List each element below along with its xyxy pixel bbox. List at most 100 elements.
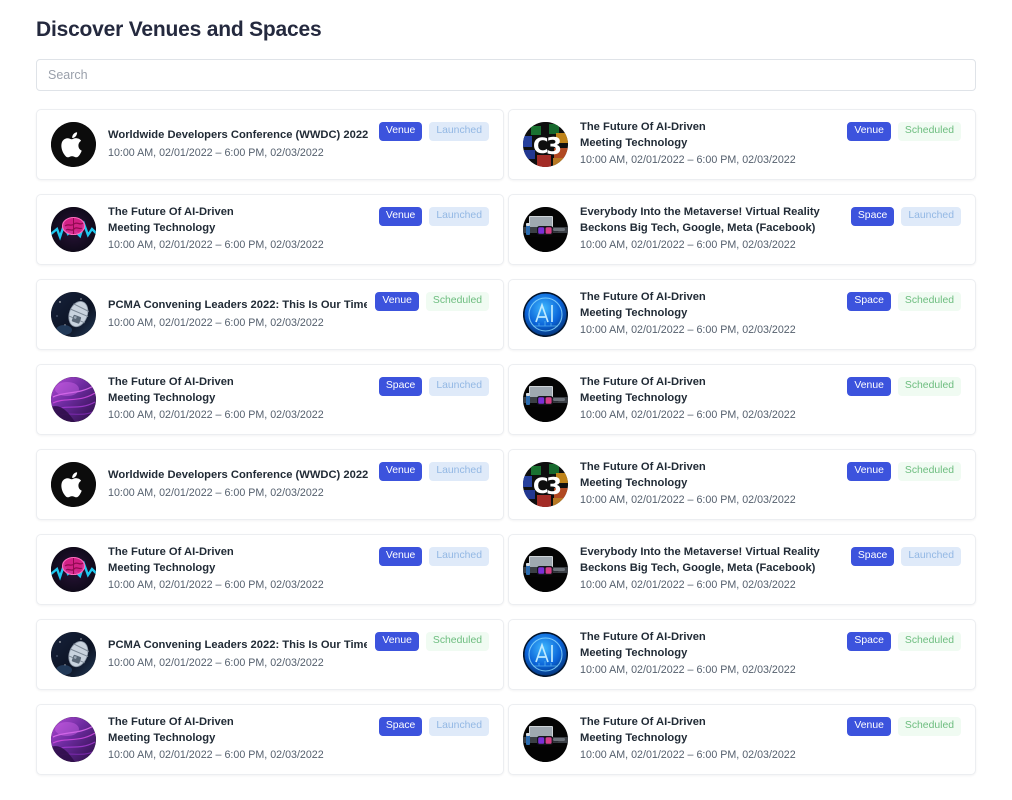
venue-datetime: 10:00 AM, 02/01/2022 – 6:00 PM, 02/03/20… <box>580 494 796 507</box>
venue-title: The Future Of AI-Driven <box>108 376 234 389</box>
svg-text:3: 3 <box>546 134 562 160</box>
venue-title: Everybody Into the Metaverse! Virtual Re… <box>580 206 820 219</box>
status-badge: Scheduled <box>897 122 961 142</box>
vr-headset-avatar <box>523 377 568 422</box>
kind-badge[interactable]: Venue <box>375 292 419 312</box>
venue-title: The Future Of AI-Driven <box>580 291 706 304</box>
status-badge: Scheduled <box>425 632 489 652</box>
kind-badge[interactable]: Space <box>850 547 895 567</box>
status-badge: Scheduled <box>897 632 961 652</box>
venue-badges: Venue Launched <box>378 207 489 227</box>
venue-list-right: C 3 The Future Of AI-Driven Meeting Techno… <box>508 109 976 789</box>
ai-blue-coin-avatar <box>523 292 568 337</box>
venue-title: The Future Of AI-Driven <box>580 631 706 644</box>
venue-card[interactable]: The Future Of AI-Driven Meeting Technolog… <box>508 704 976 775</box>
venue-card-info: PCMA Convening Leaders 2022: This Is Our… <box>96 638 375 671</box>
status-badge: Launched <box>901 207 961 227</box>
kind-badge[interactable]: Space <box>850 207 895 227</box>
venue-datetime: 10:00 AM, 02/01/2022 – 6:00 PM, 02/03/20… <box>108 579 324 592</box>
vr-headset-avatar <box>523 207 568 252</box>
venue-card[interactable]: The Future Of AI-Driven Meeting Technolog… <box>36 194 504 265</box>
venue-title: The Future Of AI-Driven <box>580 461 706 474</box>
venue-list-left: Worldwide Developers Conference (WWDC) 2… <box>36 109 504 789</box>
vr-headset-avatar <box>523 547 568 592</box>
venue-card-info: Worldwide Developers Conference (WWDC) 2… <box>96 128 379 161</box>
kind-badge[interactable]: Space <box>847 292 891 312</box>
venue-title-line2: Meeting Technology <box>580 731 688 744</box>
venue-badges: Venue Scheduled <box>375 292 489 312</box>
neon-brain-avatar <box>51 207 96 252</box>
venue-title-line2: Meeting Technology <box>580 391 688 404</box>
kind-badge[interactable]: Venue <box>378 207 423 227</box>
venue-card[interactable]: The Future Of AI-Driven Meeting Technolog… <box>36 534 504 605</box>
astronaut-space-avatar <box>51 292 96 337</box>
status-badge: Launched <box>901 547 961 567</box>
venue-card[interactable]: The Future Of AI-Driven Meeting Technolog… <box>508 364 976 435</box>
venue-card[interactable]: C 3 The Future Of AI-Driven Meeting Techno… <box>508 109 976 180</box>
venue-title-line2: Meeting Technology <box>580 136 688 149</box>
venue-badges: Venue Scheduled <box>847 122 961 142</box>
kind-badge[interactable]: Venue <box>378 122 423 142</box>
venue-datetime: 10:00 AM, 02/01/2022 – 6:00 PM, 02/03/20… <box>108 409 324 422</box>
kind-badge[interactable]: Venue <box>847 122 891 142</box>
venue-datetime: 10:00 AM, 02/01/2022 – 6:00 PM, 02/03/20… <box>108 146 324 159</box>
search-input[interactable] <box>36 59 976 91</box>
venue-badges: Venue Launched <box>378 547 489 567</box>
status-badge: Scheduled <box>425 292 489 312</box>
venue-card[interactable]: The Future Of AI-Driven Meeting Technolog… <box>36 704 504 775</box>
page-title: Discover Venues and Spaces <box>36 18 322 41</box>
venue-card[interactable]: Worldwide Developers Conference (WWDC) 2… <box>36 449 504 520</box>
kind-badge[interactable]: Venue <box>847 462 891 482</box>
venue-badges: Venue Launched <box>378 122 489 142</box>
venue-title: PCMA Convening Leaders 2022: This Is Our… <box>108 299 368 311</box>
venue-card[interactable]: Worldwide Developers Conference (WWDC) 2… <box>36 109 504 180</box>
venue-title-line2: Meeting Technology <box>108 391 216 404</box>
venue-title-line2: Meeting Technology <box>108 731 216 744</box>
venue-title: PCMA Convening Leaders 2022: This Is Our… <box>108 639 368 651</box>
venue-badges: Venue Scheduled <box>847 377 961 397</box>
venue-card[interactable]: The Future Of AI-Driven Meeting Technolog… <box>508 279 976 350</box>
venue-datetime: 10:00 AM, 02/01/2022 – 6:00 PM, 02/03/20… <box>580 749 796 762</box>
venue-title: The Future Of AI-Driven <box>580 376 706 389</box>
venue-card[interactable]: PCMA Convening Leaders 2022: This Is Our… <box>36 279 504 350</box>
venue-card[interactable]: The Future Of AI-Driven Meeting Technolog… <box>508 619 976 690</box>
astronaut-space-avatar <box>51 632 96 677</box>
kind-badge[interactable]: Venue <box>378 547 423 567</box>
venue-title-line2: Meeting Technology <box>580 646 688 659</box>
venue-title-line2: Meeting Technology <box>580 306 688 319</box>
venue-datetime: 10:00 AM, 02/01/2022 – 6:00 PM, 02/03/20… <box>108 316 324 329</box>
status-badge: Launched <box>429 462 489 482</box>
venue-title: The Future Of AI-Driven <box>580 121 706 134</box>
kind-badge[interactable]: Space <box>847 632 891 652</box>
kind-badge[interactable]: Venue <box>847 717 891 737</box>
venue-badges: Venue Scheduled <box>847 462 961 482</box>
venue-card[interactable]: C 3 The Future Of AI-Driven Meeting Techno… <box>508 449 976 520</box>
venue-badges: Venue Launched <box>378 462 489 482</box>
venue-card-info: PCMA Convening Leaders 2022: This Is Our… <box>96 298 375 331</box>
venue-datetime: 10:00 AM, 02/01/2022 – 6:00 PM, 02/03/20… <box>580 579 796 592</box>
venue-card-info: The Future Of AI-Driven Meeting Technolog… <box>96 205 379 254</box>
venue-title: The Future Of AI-Driven <box>580 716 706 729</box>
venue-card-info: The Future Of AI-Driven Meeting Technolog… <box>568 120 847 169</box>
venue-card[interactable]: Everybody Into the Metaverse! Virtual Re… <box>508 534 976 605</box>
venue-card[interactable]: The Future Of AI-Driven Meeting Technolog… <box>36 364 504 435</box>
kind-badge[interactable]: Space <box>378 717 423 737</box>
venue-title: The Future Of AI-Driven <box>108 206 234 219</box>
venue-card[interactable]: PCMA Convening Leaders 2022: This Is Our… <box>36 619 504 690</box>
kind-badge[interactable]: Space <box>378 377 423 397</box>
venue-card[interactable]: Everybody Into the Metaverse! Virtual Re… <box>508 194 976 265</box>
status-badge: Launched <box>429 547 489 567</box>
kind-badge[interactable]: Venue <box>378 462 423 482</box>
venue-badges: Space Launched <box>378 377 489 397</box>
status-badge: Scheduled <box>897 377 961 397</box>
venue-card-info: The Future Of AI-Driven Meeting Technolog… <box>568 375 847 424</box>
kind-badge[interactable]: Venue <box>847 377 891 397</box>
search-bar <box>36 59 976 91</box>
venue-datetime: 10:00 AM, 02/01/2022 – 6:00 PM, 02/03/20… <box>580 664 796 677</box>
status-badge: Scheduled <box>897 462 961 482</box>
venue-badges: Venue Scheduled <box>375 632 489 652</box>
venue-datetime: 10:00 AM, 02/01/2022 – 6:00 PM, 02/03/20… <box>108 239 324 252</box>
neon-brain-avatar <box>51 547 96 592</box>
kind-badge[interactable]: Venue <box>375 632 419 652</box>
venue-title-line2: Beckons Big Tech, Google, Meta (Facebook… <box>580 221 816 234</box>
